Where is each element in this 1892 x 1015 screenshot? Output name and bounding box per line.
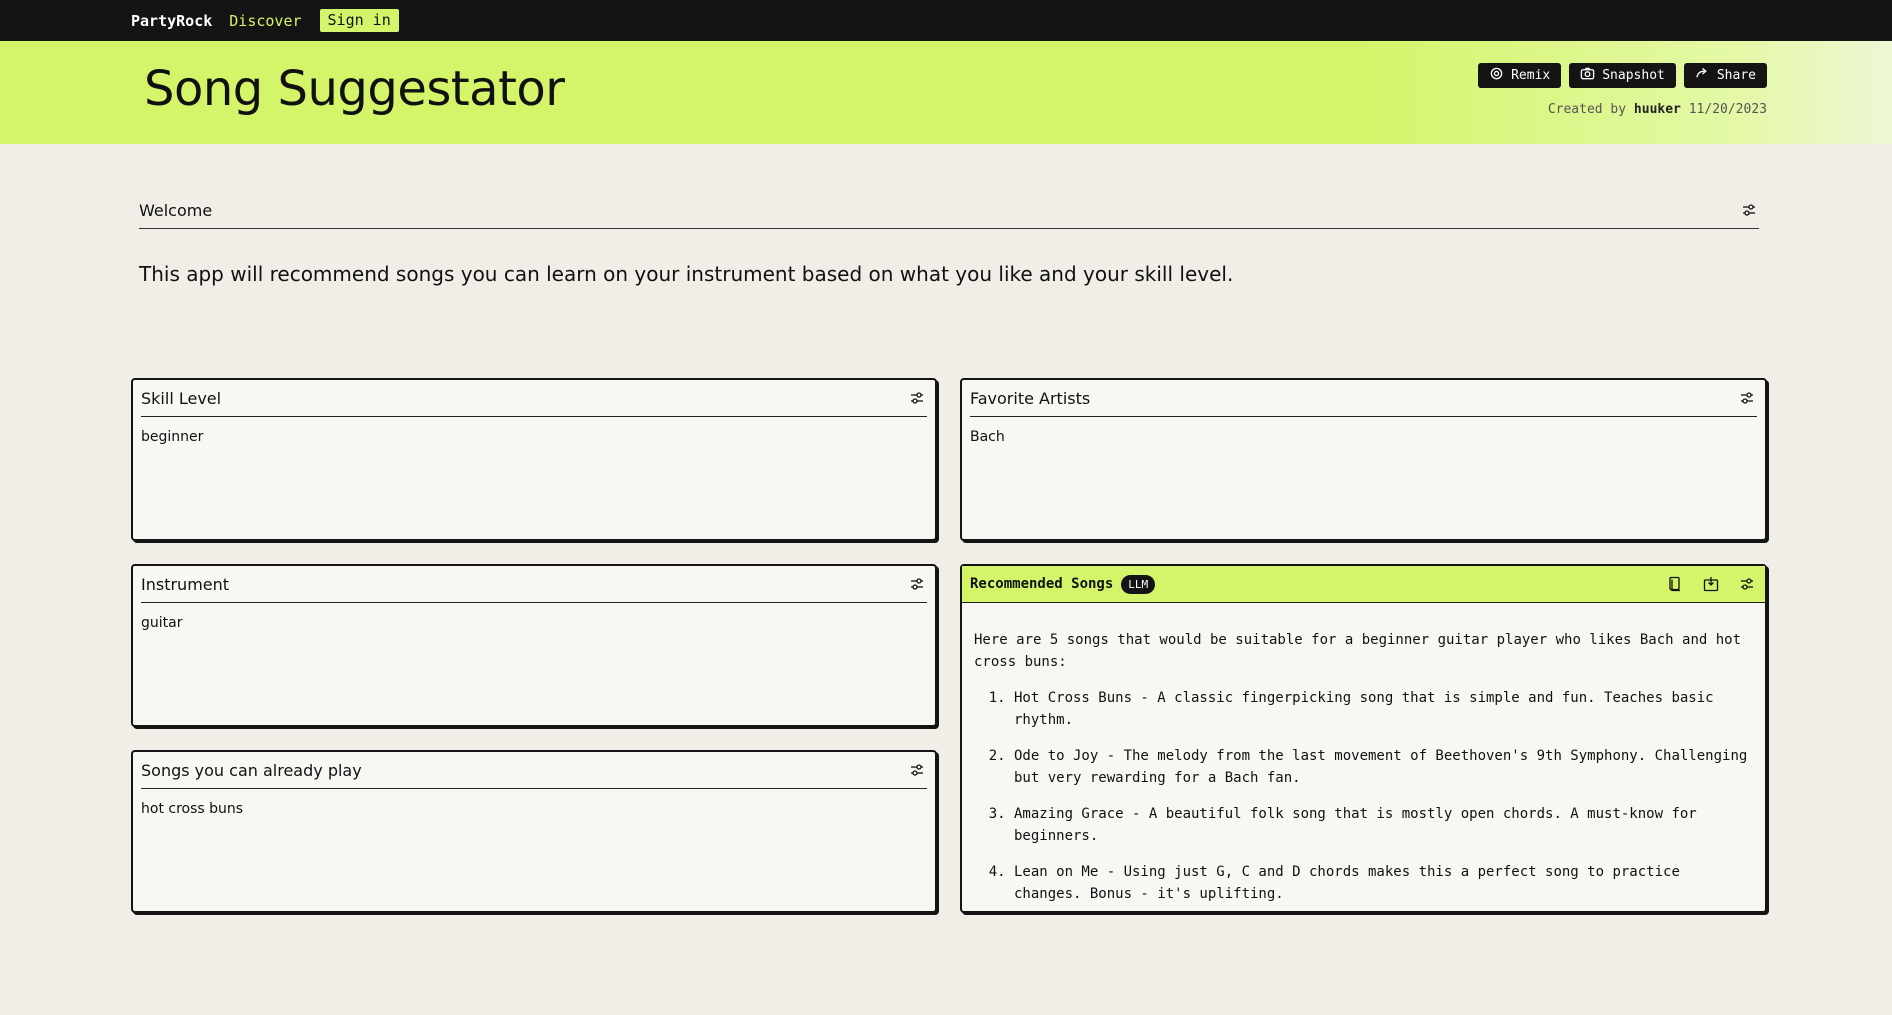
welcome-section: Welcome This app will recommend songs yo…	[139, 196, 1759, 286]
list-item: Hot Cross Buns - A classic fingerpicking…	[1014, 687, 1752, 731]
widget-header: Songs you can already play	[141, 752, 927, 789]
remix-icon	[1489, 66, 1504, 85]
welcome-header: Welcome	[139, 196, 1759, 229]
created-by: Created by huuker 11/20/2023	[1548, 102, 1767, 117]
widget-header: Favorite Artists	[970, 380, 1757, 417]
llm-badge: LLM	[1121, 574, 1156, 594]
top-nav: PartyRock Discover Sign in	[0, 0, 1892, 41]
snapshot-button[interactable]: Snapshot	[1569, 63, 1676, 88]
list-item: Amazing Grace - A beautiful folk song th…	[1014, 803, 1752, 847]
songs-play-input[interactable]: hot cross buns	[133, 789, 935, 829]
settings-sliders-icon[interactable]	[1737, 574, 1757, 594]
camera-icon	[1580, 66, 1595, 85]
settings-sliders-icon[interactable]	[1739, 200, 1759, 220]
app-header: Song Suggestator Remix Snapshot Share Cr…	[0, 41, 1892, 144]
instrument-input[interactable]: guitar	[133, 603, 935, 643]
recommended-songs-output: Here are 5 songs that would be suitable …	[962, 603, 1765, 905]
settings-sliders-icon[interactable]	[907, 574, 927, 594]
created-date: 11/20/2023	[1688, 102, 1767, 117]
remix-label: Remix	[1511, 68, 1551, 83]
welcome-title: Welcome	[139, 200, 213, 220]
header-actions: Remix Snapshot Share	[1478, 63, 1767, 88]
sign-in-button[interactable]: Sign in	[319, 9, 399, 32]
share-arrow-icon	[1695, 66, 1710, 85]
list-item: Lean on Me - Using just G, C and D chord…	[1014, 861, 1752, 905]
skill-level-input[interactable]: beginner	[133, 417, 935, 457]
remix-button[interactable]: Remix	[1478, 63, 1562, 88]
settings-sliders-icon[interactable]	[907, 388, 927, 408]
share-label: Share	[1716, 68, 1756, 83]
songs-you-can-play-widget: Songs you can already play hot cross bun…	[131, 750, 937, 913]
copy-icon[interactable]	[1665, 574, 1685, 594]
favorite-artists-input[interactable]: Bach	[962, 417, 1765, 457]
output-intro: Here are 5 songs that would be suitable …	[974, 632, 1742, 670]
discover-link[interactable]: Discover	[229, 12, 301, 30]
widget-title-group: Recommended Songs LLM	[970, 574, 1156, 594]
widget-title: Skill Level	[141, 388, 222, 408]
widget-title: Favorite Artists	[970, 388, 1091, 408]
skill-level-widget: Skill Level beginner	[131, 378, 937, 541]
widget-header: Skill Level	[141, 380, 927, 417]
created-prefix: Created by	[1547, 102, 1627, 117]
widget-title: Instrument	[141, 574, 230, 594]
settings-sliders-icon[interactable]	[907, 760, 927, 780]
share-button[interactable]: Share	[1683, 63, 1767, 88]
send-to-input-icon[interactable]	[1701, 574, 1721, 594]
snapshot-label: Snapshot	[1602, 68, 1665, 83]
brand-logo[interactable]: PartyRock	[131, 12, 212, 30]
widget-actions	[1665, 574, 1757, 594]
list-item: Ode to Joy - The melody from the last mo…	[1014, 745, 1752, 789]
recommended-songs-widget: Recommended Songs LLM Here are 5 songs t…	[960, 564, 1767, 913]
widget-header: Instrument	[141, 566, 927, 603]
app-title: Song Suggestator	[144, 61, 565, 117]
author-name: huuker	[1633, 102, 1681, 117]
song-list: Hot Cross Buns - A classic fingerpicking…	[974, 687, 1752, 905]
widget-header: Recommended Songs LLM	[962, 566, 1765, 603]
widget-title: Recommended Songs	[970, 576, 1114, 592]
instrument-widget: Instrument guitar	[131, 564, 937, 727]
widget-title: Songs you can already play	[141, 760, 362, 780]
favorite-artists-widget: Favorite Artists Bach	[960, 378, 1767, 541]
settings-sliders-icon[interactable]	[1737, 388, 1757, 408]
welcome-description: This app will recommend songs you can le…	[139, 262, 1234, 286]
